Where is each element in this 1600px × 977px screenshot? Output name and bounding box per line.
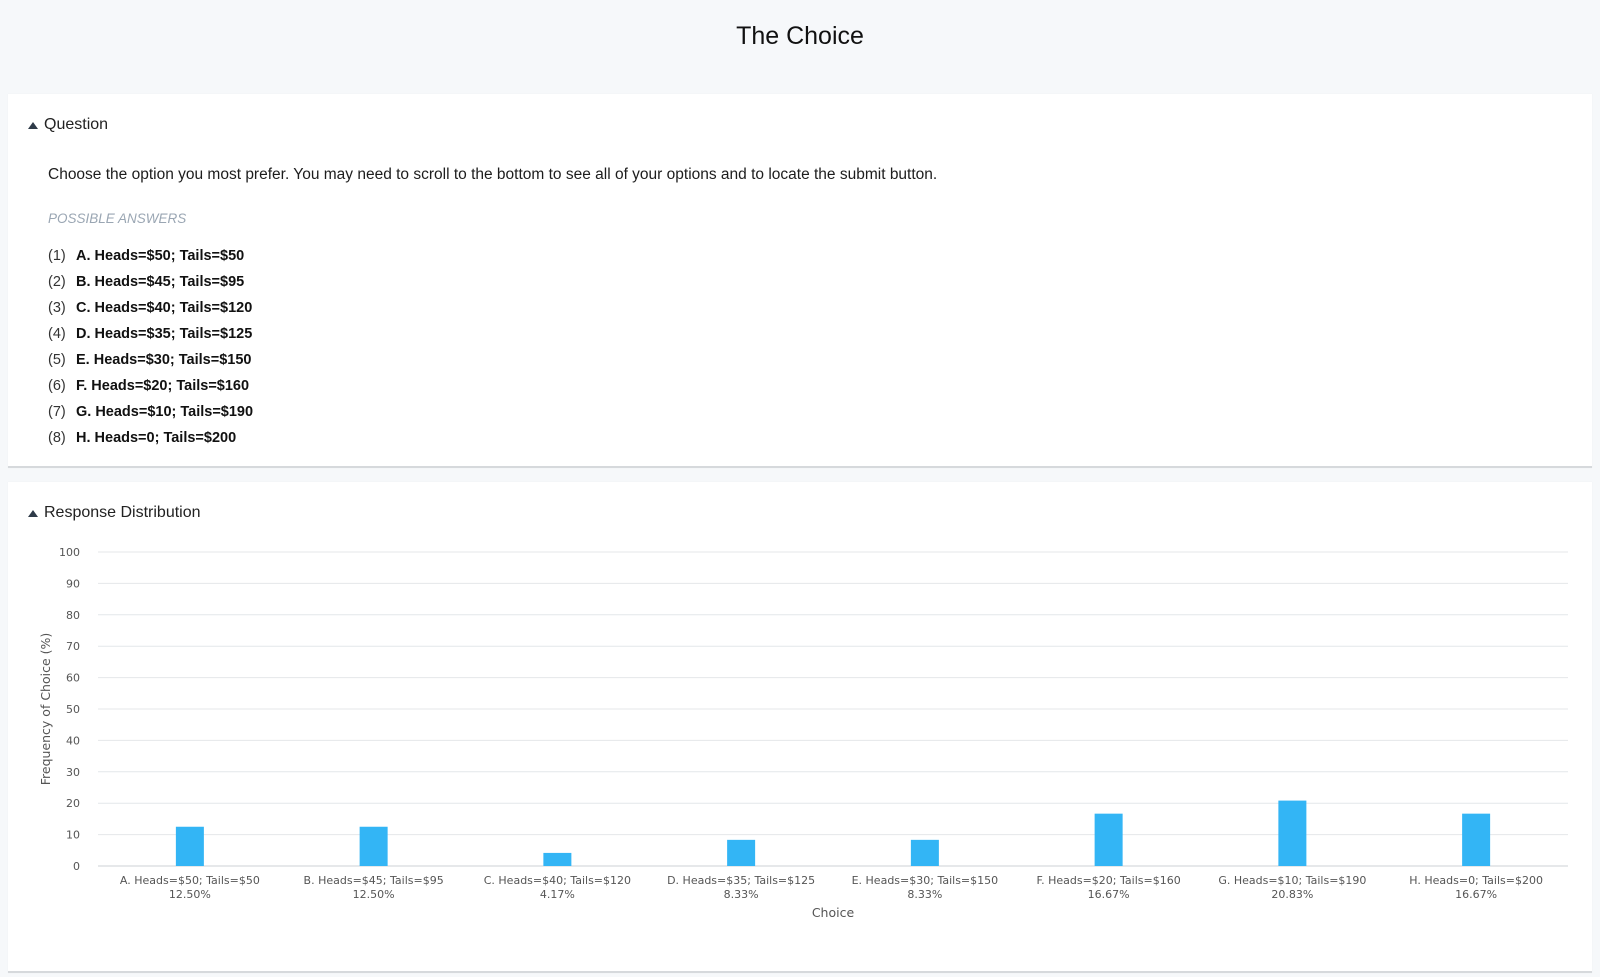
x-tick-label: G. Heads=$10; Tails=$190	[1218, 874, 1366, 887]
answer-item: (8) H. Heads=0; Tails=$200	[48, 425, 253, 451]
bar-value-label: 12.50%	[353, 888, 395, 901]
question-text: Choose the option you most prefer. You m…	[48, 166, 938, 183]
answer-number: (1)	[48, 248, 66, 264]
y-tick-label: 60	[66, 672, 80, 685]
bar	[543, 852, 572, 866]
y-tick-label: 20	[66, 797, 80, 810]
answer-label: B. Heads=$45; Tails=$95	[76, 274, 245, 290]
x-tick-label: A. Heads=$50; Tails=$50	[120, 874, 260, 887]
answer-label: G. Heads=$10; Tails=$190	[76, 404, 254, 420]
y-tick-label: 0	[73, 860, 80, 873]
y-tick-label: 10	[66, 829, 80, 842]
bar	[175, 826, 204, 866]
question-section-title: Question	[44, 116, 109, 133]
x-tick-label: D. Heads=$35; Tails=$125	[667, 874, 815, 887]
answer-label: F. Heads=$20; Tails=$160	[76, 378, 250, 394]
x-tick-label: F. Heads=$20; Tails=$160	[1037, 874, 1181, 887]
answer-number: (4)	[48, 326, 66, 342]
bar-value-label: 8.33%	[907, 888, 942, 901]
y-tick-label: 50	[66, 703, 80, 716]
answer-number: (7)	[48, 404, 66, 420]
bar-value-label: 12.50%	[169, 888, 211, 901]
answer-label: A. Heads=$50; Tails=$50	[76, 248, 245, 264]
y-tick-label: 70	[66, 640, 80, 653]
bar-value-label: 16.67%	[1455, 888, 1497, 901]
answer-label: C. Heads=$40; Tails=$120	[76, 300, 253, 316]
bar-value-label: 4.17%	[540, 888, 575, 901]
answer-label: H. Heads=0; Tails=$200	[76, 430, 237, 446]
answer-item: (4) D. Heads=$35; Tails=$125	[48, 321, 253, 347]
answer-label: D. Heads=$35; Tails=$125	[76, 326, 253, 342]
bar	[1278, 800, 1307, 866]
answer-number: (6)	[48, 378, 66, 394]
possible-answers-label: POSSIBLE ANSWERS	[48, 211, 187, 226]
x-tick-label: C. Heads=$40; Tails=$120	[484, 874, 631, 887]
x-tick-label: H. Heads=0; Tails=$200	[1409, 874, 1543, 887]
x-tick-label: E. Heads=$30; Tails=$150	[852, 874, 999, 887]
response-distribution-card: Response Distribution 0 10 20 30 40 50 60 70 80 9…	[8, 482, 1592, 973]
response-distribution-chart: 0 10 20 30 40 50 60 70 80 90 100 Frequency of Choic…	[38, 546, 1568, 920]
page-title: The Choice	[736, 22, 864, 50]
y-tick-label: 30	[66, 766, 80, 779]
bar	[1094, 813, 1123, 866]
caret-up-icon	[28, 121, 38, 129]
answer-number: (3)	[48, 300, 66, 316]
bar	[727, 839, 756, 866]
x-tick-label: B. Heads=$45; Tails=$95	[304, 874, 444, 887]
answers-list: (1) A. Heads=$50; Tails=$50 (2) B. Heads=$…	[48, 243, 253, 451]
answer-number: (8)	[48, 430, 66, 446]
answer-number: (2)	[48, 274, 66, 290]
bar-value-label: 20.83%	[1271, 888, 1313, 901]
answer-label: E. Heads=$30; Tails=$150	[76, 352, 252, 368]
y-tick-label: 90	[66, 577, 80, 590]
answer-item: (3) C. Heads=$40; Tails=$120	[48, 295, 253, 321]
bar	[910, 839, 939, 866]
page-header: The Choice	[0, 0, 1600, 92]
y-tick-label: 100	[59, 546, 80, 559]
answer-item: (7) G. Heads=$10; Tails=$190	[48, 399, 253, 425]
y-axis-title: Frequency of Choice (%)	[38, 633, 53, 786]
question-section-toggle[interactable]: Question	[28, 116, 108, 134]
answer-item: (1) A. Heads=$50; Tails=$50	[48, 243, 253, 269]
x-axis-title: Choice	[812, 905, 855, 920]
bar	[1462, 813, 1491, 866]
bar	[359, 826, 388, 866]
answer-item: (5) E. Heads=$30; Tails=$150	[48, 347, 253, 373]
answer-number: (5)	[48, 352, 66, 368]
bar-value-label: 8.33%	[724, 888, 759, 901]
y-tick-label: 80	[66, 609, 80, 622]
question-card: Question Choose the option you most pref…	[8, 94, 1592, 468]
answer-item: (6) F. Heads=$20; Tails=$160	[48, 373, 253, 399]
bar-value-label: 16.67%	[1088, 888, 1130, 901]
y-tick-label: 40	[66, 734, 80, 747]
answer-item: (2) B. Heads=$45; Tails=$95	[48, 269, 253, 295]
